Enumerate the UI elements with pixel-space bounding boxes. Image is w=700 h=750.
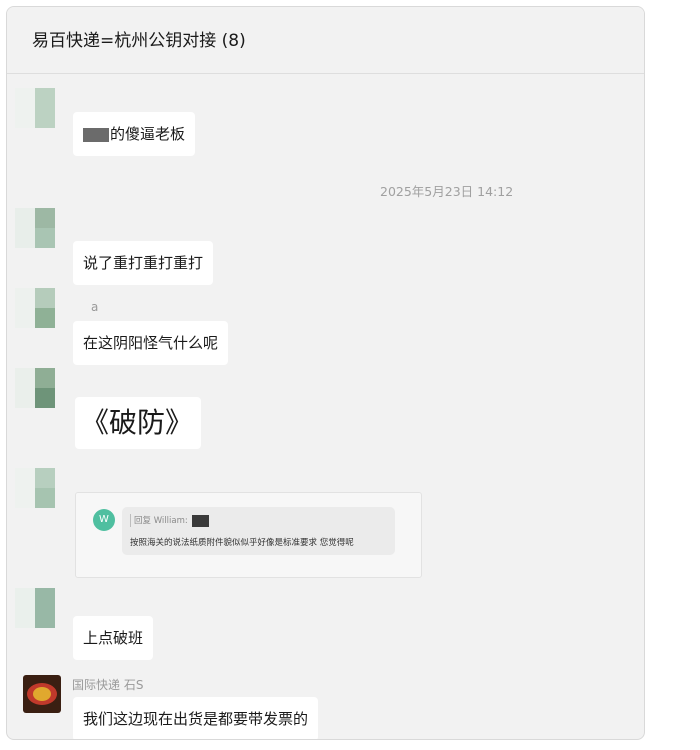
quoted-text: 按照海关的说法纸质附件貌似似乎好像是标准要求 您觉得呢 — [130, 538, 354, 548]
timestamp: 2025年5月23日 14:12 — [380, 184, 514, 199]
quoted-screenshot[interactable]: W 回复 William: 按照海关的说法纸质附件貌似似乎好像是标准要求 您觉得… — [75, 492, 422, 578]
sender-name: 国际快递 石S — [72, 678, 144, 692]
message-text: 说了重打重打重打 — [83, 254, 204, 272]
avatar[interactable] — [15, 208, 55, 248]
redacted-block — [192, 514, 210, 527]
chat-title: 易百快递=杭州公钥对接 (8) — [32, 31, 246, 51]
redacted-block — [83, 127, 109, 142]
avatar[interactable] — [15, 88, 55, 128]
sender-name: a — [91, 300, 99, 314]
avatar[interactable] — [15, 468, 55, 508]
quoted-avatar: W — [93, 509, 115, 531]
message-text: 在这阴阳怪气什么呢 — [83, 334, 219, 352]
reply-header: 回复 William: — [130, 514, 210, 527]
avatar[interactable] — [15, 368, 55, 408]
message-bubble[interactable]: 《破防》 — [75, 397, 202, 449]
message-text: 《破防》 — [81, 406, 194, 439]
message-bubble[interactable]: 在这阴阳怪气什么呢 — [73, 321, 229, 365]
quoted-avatar-letter: W — [99, 514, 109, 525]
message-bubble[interactable]: 的傻逼老板 — [73, 112, 196, 156]
message-list[interactable]: 的傻逼老板 2025年5月23日 14:12 说了重打重打重打 a 在这阴阳怪气… — [7, 74, 644, 739]
avatar[interactable] — [23, 675, 61, 713]
quoted-message: 回复 William: 按照海关的说法纸质附件貌似似乎好像是标准要求 您觉得呢 — [122, 507, 395, 555]
avatar[interactable] — [15, 288, 55, 328]
message-text: 上点破班 — [83, 629, 144, 647]
message-text: 的傻逼老板 — [110, 125, 186, 143]
chat-header: 易百快递=杭州公钥对接 (8) — [7, 7, 644, 74]
avatar[interactable] — [15, 588, 55, 628]
message-text: 我们这边现在出货是都要带发票的 — [83, 710, 309, 728]
message-bubble[interactable]: 我们这边现在出货是都要带发票的 — [73, 697, 319, 739]
reply-label: 回复 William: — [134, 516, 188, 526]
message-bubble[interactable]: 说了重打重打重打 — [73, 241, 214, 285]
message-bubble[interactable]: 上点破班 — [73, 616, 154, 660]
chat-window: 易百快递=杭州公钥对接 (8) 的傻逼老板 2025年5月23日 14:12 说… — [6, 6, 645, 740]
